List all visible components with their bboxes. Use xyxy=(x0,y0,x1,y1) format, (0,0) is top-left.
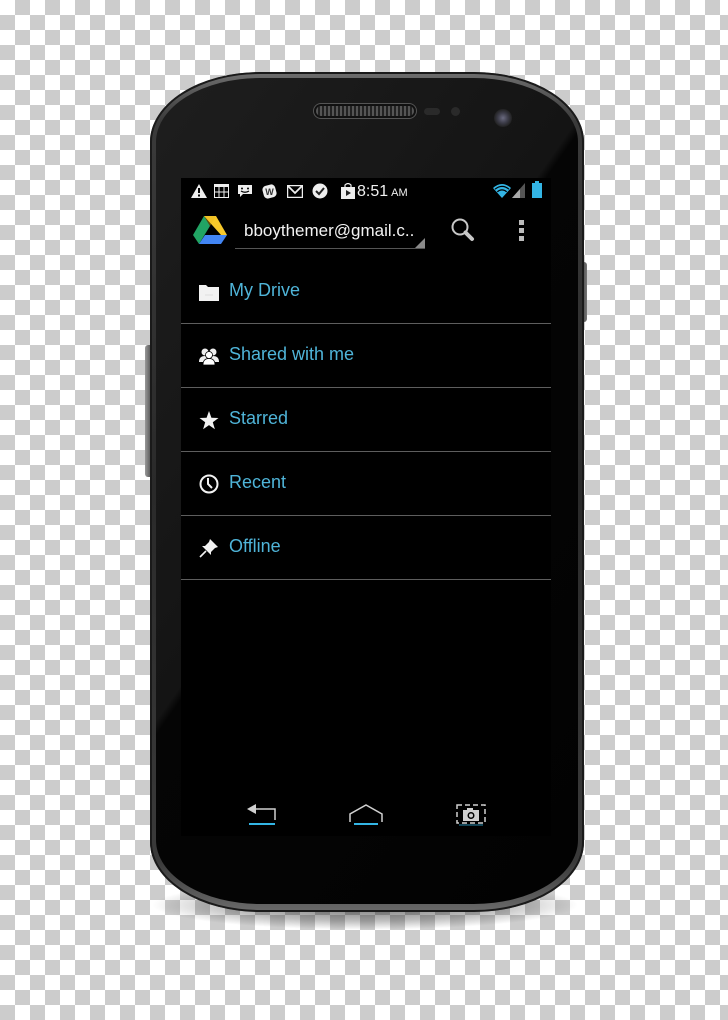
search-button[interactable] xyxy=(449,216,479,246)
folder-icon xyxy=(199,282,219,302)
nav-item-offline[interactable]: Offline xyxy=(181,516,551,580)
home-button[interactable] xyxy=(346,800,386,828)
play-store-icon xyxy=(341,183,355,199)
nav-label: My Drive xyxy=(229,280,300,300)
clock-icon xyxy=(199,474,219,494)
clock: 8:51 AM xyxy=(357,183,408,201)
screen: W 8:51 AM bboythemer@gmail.c.. My Drive … xyxy=(181,178,551,836)
home-icon xyxy=(349,804,383,825)
action-bar: bboythemer@gmail.c.. xyxy=(181,204,551,258)
battery-icon xyxy=(532,180,542,198)
nav-label: Shared with me xyxy=(229,344,355,364)
account-selector[interactable]: bboythemer@gmail.c.. xyxy=(235,214,425,249)
nav-label: Offline xyxy=(229,536,281,556)
earpiece-speaker xyxy=(316,106,414,116)
google-drive-icon[interactable] xyxy=(193,216,227,244)
wordpress-icon: W xyxy=(262,183,277,199)
pin-icon xyxy=(199,538,219,558)
status-bar[interactable]: W 8:51 AM xyxy=(181,178,551,204)
proximity-sensor xyxy=(424,108,440,115)
back-button[interactable] xyxy=(243,800,283,828)
nav-item-shared-with-me[interactable]: Shared with me xyxy=(181,324,551,388)
signal-icon xyxy=(512,182,525,198)
dropdown-indicator-icon xyxy=(415,238,425,248)
nav-item-starred[interactable]: Starred xyxy=(181,388,551,452)
nav-label: Starred xyxy=(229,408,289,428)
screenshot-icon xyxy=(456,804,486,826)
check-icon xyxy=(312,183,330,199)
wifi-icon xyxy=(493,183,511,198)
overflow-menu-icon xyxy=(519,236,524,241)
gmail-icon xyxy=(287,184,303,198)
system-nav-bar xyxy=(181,792,551,836)
nav-item-recent[interactable]: Recent xyxy=(181,452,551,516)
sms-icon xyxy=(237,184,253,198)
front-camera xyxy=(494,109,512,127)
overflow-menu-icon xyxy=(519,220,524,225)
overflow-menu-icon xyxy=(519,228,524,233)
svg-text:W: W xyxy=(265,187,274,197)
screenshot-button[interactable] xyxy=(451,800,491,828)
nav-label: Recent xyxy=(229,472,287,492)
search-icon xyxy=(451,218,474,241)
light-sensor xyxy=(451,107,460,116)
people-icon xyxy=(199,346,219,366)
star-icon xyxy=(199,410,219,430)
account-email: bboythemer@gmail.c.. xyxy=(244,221,415,240)
drive-nav-list: My Drive Shared with me Starred Recent O… xyxy=(181,260,551,580)
clock-ampm: AM xyxy=(391,187,408,199)
overflow-menu-button[interactable] xyxy=(509,218,533,244)
nav-item-my-drive[interactable]: My Drive xyxy=(181,260,551,324)
calendar-icon xyxy=(214,184,229,198)
clock-time: 8:51 xyxy=(357,183,389,200)
warning-icon xyxy=(191,184,207,198)
back-icon xyxy=(247,804,276,825)
